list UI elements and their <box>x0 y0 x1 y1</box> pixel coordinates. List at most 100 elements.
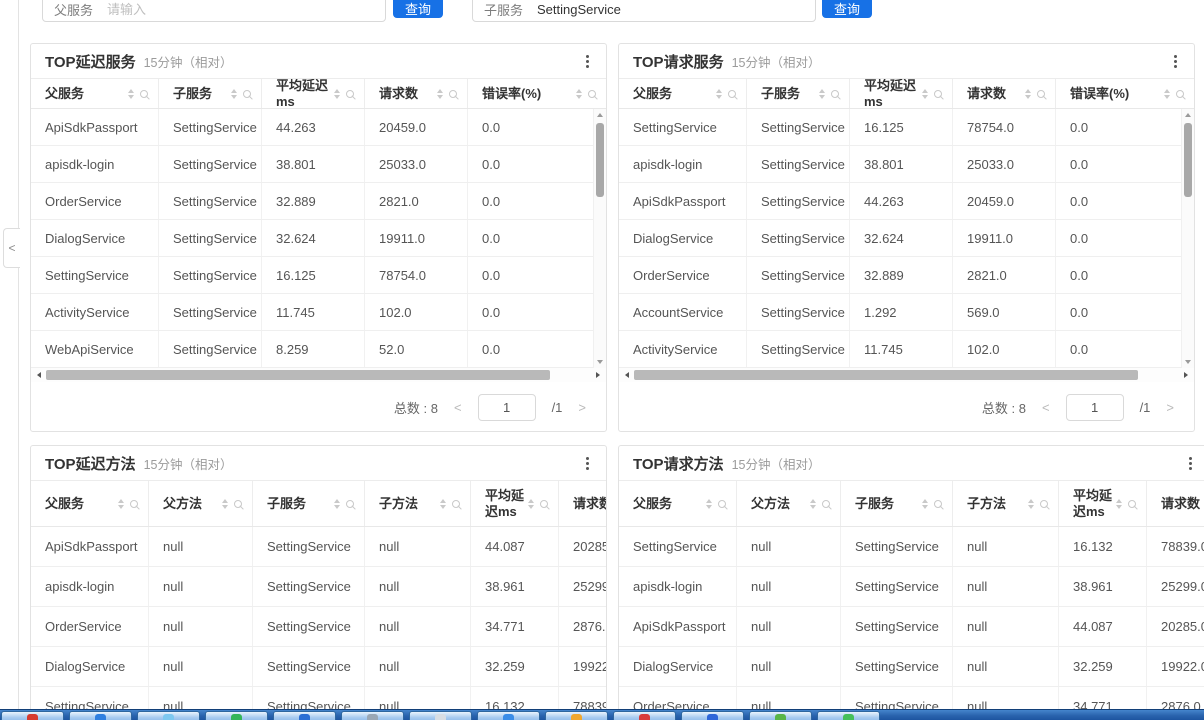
sort-carets-icon[interactable] <box>819 89 825 99</box>
parent-service-input[interactable] <box>107 0 374 17</box>
column-header[interactable]: 错误率(%) <box>468 79 606 108</box>
filter-search-icon[interactable] <box>140 90 148 98</box>
child-query-button[interactable]: 查询 <box>822 0 872 18</box>
page-number-input[interactable] <box>1066 394 1124 421</box>
taskbar-app-button[interactable] <box>749 711 812 720</box>
table-row[interactable]: OrderServicenullSettingServicenull34.771… <box>31 607 606 647</box>
more-menu-icon[interactable] <box>583 454 592 473</box>
table-row[interactable]: apisdk-loginnullSettingServicenull38.961… <box>619 567 1204 607</box>
horizontal-scrollbar[interactable] <box>619 368 1194 382</box>
column-header[interactable]: 子服务 <box>253 481 365 526</box>
table-row[interactable]: DialogServiceSettingService32.62419911.0… <box>619 220 1194 257</box>
taskbar-app-button[interactable] <box>205 711 268 720</box>
table-row[interactable]: apisdk-loginSettingService38.80125033.00… <box>31 146 606 183</box>
table-row[interactable]: OrderServiceSettingService32.8892821.00.… <box>31 183 606 220</box>
column-header[interactable]: 平均延迟ms <box>850 79 953 108</box>
sort-carets-icon[interactable] <box>716 89 722 99</box>
taskbar-app-button[interactable] <box>1 711 64 720</box>
more-menu-icon[interactable] <box>1186 454 1195 473</box>
column-header[interactable]: 父方法 <box>737 481 841 526</box>
taskbar-app-button[interactable] <box>137 711 200 720</box>
sort-carets-icon[interactable] <box>231 89 237 99</box>
sort-carets-icon[interactable] <box>922 499 928 509</box>
sort-carets-icon[interactable] <box>576 89 582 99</box>
scroll-down-icon[interactable] <box>594 356 606 368</box>
taskbar-app-button[interactable] <box>817 711 880 720</box>
column-header[interactable]: 父方法 <box>149 481 253 526</box>
filter-search-icon[interactable] <box>831 90 839 98</box>
vertical-scrollbar[interactable] <box>1181 109 1194 368</box>
filter-search-icon[interactable] <box>728 90 736 98</box>
scrollbar-thumb[interactable] <box>596 123 604 197</box>
sort-carets-icon[interactable] <box>1116 499 1122 509</box>
sort-carets-icon[interactable] <box>1028 499 1034 509</box>
table-row[interactable]: DialogServiceSettingService32.62419911.0… <box>31 220 606 257</box>
filter-search-icon[interactable] <box>243 90 251 98</box>
parent-query-button[interactable]: 查询 <box>393 0 443 18</box>
table-row[interactable]: apisdk-loginnullSettingServicenull38.961… <box>31 567 606 607</box>
table-row[interactable]: ApiSdkPassportnullSettingServicenull44.0… <box>619 607 1204 647</box>
column-header[interactable]: 请求数 <box>559 481 607 526</box>
filter-search-icon[interactable] <box>234 500 242 508</box>
sort-carets-icon[interactable] <box>922 89 928 99</box>
table-row[interactable]: AccountServiceSettingService1.292569.00.… <box>619 294 1194 331</box>
child-service-input[interactable] <box>537 0 804 17</box>
column-header[interactable]: 平均延迟ms <box>262 79 365 108</box>
column-header[interactable]: 请求数 <box>953 79 1056 108</box>
table-row[interactable]: DialogServicenullSettingServicenull32.25… <box>31 647 606 687</box>
column-header[interactable]: 平均延迟ms <box>471 481 559 526</box>
table-row[interactable]: ApiSdkPassportSettingService44.26320459.… <box>619 183 1194 220</box>
column-header[interactable]: 父服务 <box>31 79 159 108</box>
filter-search-icon[interactable] <box>1040 500 1048 508</box>
column-header[interactable]: 平均延迟ms <box>1059 481 1147 526</box>
table-row[interactable]: OrderServiceSettingService32.8892821.00.… <box>619 257 1194 294</box>
filter-search-icon[interactable] <box>1128 500 1136 508</box>
taskbar-app-button[interactable] <box>341 711 404 720</box>
table-row[interactable]: SettingServicenullSettingServicenull16.1… <box>619 527 1204 567</box>
more-menu-icon[interactable] <box>1171 52 1180 71</box>
vertical-scrollbar[interactable] <box>593 109 606 368</box>
filter-search-icon[interactable] <box>718 500 726 508</box>
filter-search-icon[interactable] <box>1037 90 1045 98</box>
scroll-left-icon[interactable] <box>621 368 633 382</box>
filter-search-icon[interactable] <box>934 90 942 98</box>
scroll-right-icon[interactable] <box>1180 368 1192 382</box>
table-row[interactable]: SettingServiceSettingService16.12578754.… <box>619 109 1194 146</box>
column-header[interactable]: 错误率(%) <box>1056 79 1194 108</box>
column-header[interactable]: 子方法 <box>953 481 1059 526</box>
filter-search-icon[interactable] <box>822 500 830 508</box>
column-header[interactable]: 请求数 <box>1147 481 1204 526</box>
table-row[interactable]: SettingServiceSettingService16.12578754.… <box>31 257 606 294</box>
sort-carets-icon[interactable] <box>334 499 340 509</box>
sort-carets-icon[interactable] <box>1025 89 1031 99</box>
sidebar-collapse-handle[interactable]: < <box>3 228 20 268</box>
taskbar-app-button[interactable] <box>681 711 744 720</box>
sort-carets-icon[interactable] <box>128 89 134 99</box>
column-header[interactable]: 父服务 <box>31 481 149 526</box>
scroll-up-icon[interactable] <box>1182 109 1194 121</box>
next-page-button[interactable]: > <box>578 400 586 415</box>
sort-carets-icon[interactable] <box>528 499 534 509</box>
scroll-up-icon[interactable] <box>594 109 606 121</box>
filter-search-icon[interactable] <box>346 500 354 508</box>
sort-carets-icon[interactable] <box>222 499 228 509</box>
prev-page-button[interactable]: < <box>454 400 462 415</box>
sort-carets-icon[interactable] <box>437 89 443 99</box>
taskbar-app-button[interactable] <box>69 711 132 720</box>
more-menu-icon[interactable] <box>583 52 592 71</box>
table-row[interactable]: ActivityServiceSettingService11.745102.0… <box>31 294 606 331</box>
column-header[interactable]: 子方法 <box>365 481 471 526</box>
sort-carets-icon[interactable] <box>118 499 124 509</box>
scrollbar-thumb[interactable] <box>1184 123 1192 197</box>
table-row[interactable]: ApiSdkPassportSettingService44.26320459.… <box>31 109 606 146</box>
taskbar-app-button[interactable] <box>409 711 472 720</box>
scrollbar-thumb[interactable] <box>634 370 1138 380</box>
table-row[interactable]: WebApiServiceSettingService8.25952.00.0 <box>31 331 606 368</box>
column-header[interactable]: 请求数 <box>365 79 468 108</box>
column-header[interactable]: 子服务 <box>159 79 262 108</box>
filter-search-icon[interactable] <box>540 500 548 508</box>
taskbar-app-button[interactable] <box>477 711 540 720</box>
next-page-button[interactable]: > <box>1166 400 1174 415</box>
filter-search-icon[interactable] <box>1176 90 1184 98</box>
filter-search-icon[interactable] <box>130 500 138 508</box>
